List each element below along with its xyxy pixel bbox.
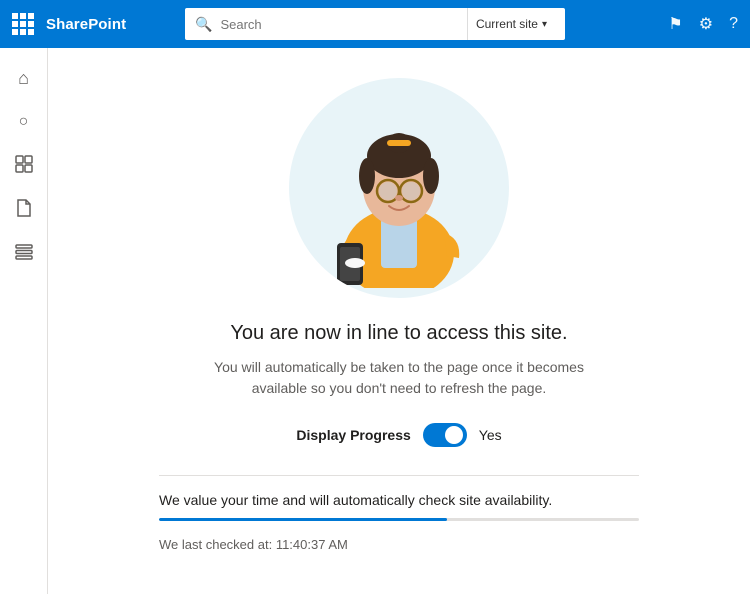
nav-icons: ⚑ ⚙ ?	[668, 14, 738, 34]
main-subtext: You will automatically be taken to the p…	[189, 357, 609, 399]
app-layout: ⌂ ○	[0, 48, 750, 594]
progress-section: We value your time and will automaticall…	[159, 475, 639, 552]
toggle-label: Display Progress	[296, 427, 410, 443]
top-nav: SharePoint 🔍 Current site ▾ ⚑ ⚙ ?	[0, 0, 750, 48]
last-checked-text: We last checked at: 11:40:37 AM	[159, 537, 639, 552]
search-scope-selector[interactable]: Current site ▾	[467, 8, 555, 40]
illustration	[289, 78, 509, 298]
display-progress-toggle[interactable]	[423, 423, 467, 447]
chevron-down-icon: ▾	[542, 19, 547, 30]
progress-bar-container	[159, 518, 639, 521]
sidebar-item-pages[interactable]	[4, 146, 44, 186]
search-scope-label: Current site	[476, 17, 538, 31]
search-bar[interactable]: 🔍 Current site ▾	[185, 8, 565, 40]
sidebar-item-documents[interactable]	[4, 190, 44, 230]
help-icon[interactable]: ?	[729, 15, 738, 33]
search-input[interactable]	[220, 17, 467, 32]
flag-icon[interactable]: ⚑	[668, 14, 682, 34]
waffle-menu[interactable]	[12, 13, 34, 35]
settings-icon[interactable]: ⚙	[699, 14, 713, 34]
sidebar-item-home[interactable]: ⌂	[4, 58, 44, 98]
sidebar-item-lists[interactable]	[4, 234, 44, 274]
sidebar: ⌂ ○	[0, 48, 48, 594]
progress-description: We value your time and will automaticall…	[159, 492, 639, 508]
toggle-row: Display Progress Yes	[296, 423, 501, 447]
search-icon: 🔍	[195, 16, 212, 33]
grid-icon	[15, 155, 33, 178]
app-title: SharePoint	[46, 16, 126, 33]
document-icon	[16, 199, 32, 222]
list-icon	[15, 244, 33, 265]
globe-icon: ○	[19, 113, 29, 131]
main-content: You are now in line to access this site.…	[48, 48, 750, 594]
progress-bar-fill	[159, 518, 447, 521]
main-heading: You are now in line to access this site.	[230, 322, 567, 345]
sidebar-item-sites[interactable]: ○	[4, 102, 44, 142]
home-icon: ⌂	[18, 68, 29, 89]
toggle-value: Yes	[479, 427, 502, 443]
